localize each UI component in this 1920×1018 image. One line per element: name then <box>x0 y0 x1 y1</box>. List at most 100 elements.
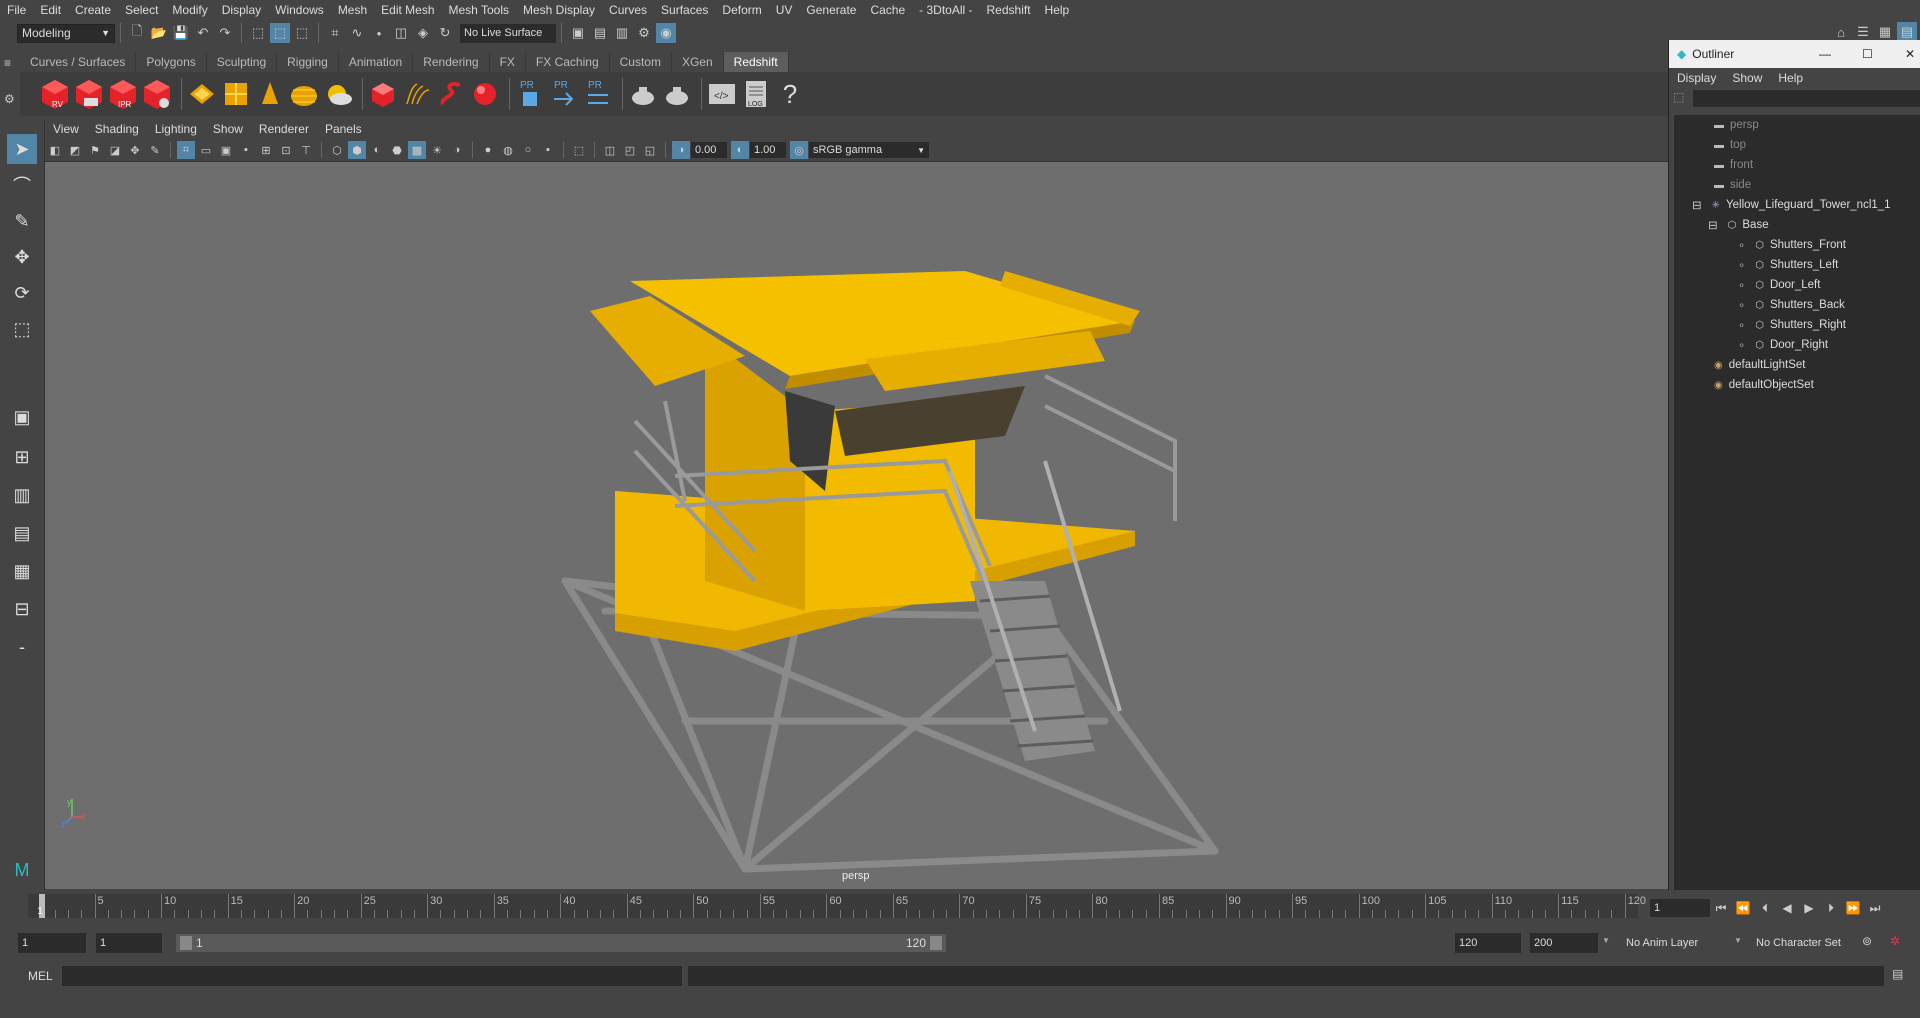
log-icon[interactable]: LOG <box>741 77 771 111</box>
minimize-icon[interactable]: — <box>1819 47 1831 61</box>
teapot-icon[interactable] <box>628 77 658 111</box>
step-forward-key-icon[interactable]: ⏩ <box>1842 898 1864 918</box>
ipr-render-icon[interactable]: ▥ <box>612 23 632 43</box>
outliner-row[interactable]: ∘ ⬡ Shutters_Front <box>1738 235 1846 255</box>
anim-prefs-icon[interactable]: ✲ <box>1890 934 1900 948</box>
menu-item[interactable]: Create <box>68 3 118 17</box>
camera-attr-icon[interactable]: ◩ <box>66 141 84 159</box>
playback-start-field[interactable]: 1 <box>96 933 162 953</box>
mel-label[interactable]: MEL <box>28 969 53 983</box>
history-icon[interactable]: ↻ <box>435 23 455 43</box>
menu-icon[interactable]: ≡ <box>4 56 11 70</box>
outliner-row[interactable]: ∘ ⬡ Door_Right <box>1738 335 1828 355</box>
menu-item[interactable]: Generate <box>799 3 863 17</box>
attribute-editor-icon[interactable]: ▤ <box>1897 22 1917 42</box>
menu-item[interactable]: Curves <box>602 3 654 17</box>
channel-box-icon[interactable]: ▦ <box>1875 22 1895 42</box>
outliner-menu-item[interactable]: Help <box>1770 71 1811 85</box>
undo-icon[interactable]: ↶ <box>193 23 213 43</box>
snap-grid-icon[interactable]: ⌗ <box>325 23 345 43</box>
exposure-icon[interactable]: ◑ <box>672 141 690 159</box>
shelf-tab[interactable]: Polygons <box>136 52 207 72</box>
anim-layer-dropdown[interactable]: No Anim Layer <box>1622 933 1732 953</box>
shelf-tab[interactable]: Custom <box>609 52 672 72</box>
shelf-tab[interactable]: Redshift <box>723 52 789 72</box>
menu-item[interactable]: Windows <box>268 3 331 17</box>
redshift-volume-icon[interactable] <box>436 77 466 111</box>
two-pane-icon[interactable]: ▥ <box>7 480 37 510</box>
image-plane-icon[interactable]: ◪ <box>106 141 124 159</box>
go-to-end-icon[interactable]: ⏭ <box>1864 898 1886 918</box>
redshift-area-light-icon[interactable] <box>187 77 217 111</box>
snap-surface-icon[interactable]: ◈ <box>413 23 433 43</box>
colorspace-dropdown[interactable]: sRGB gamma ▼ <box>809 142 929 158</box>
outliner-row[interactable]: ◉ defaultObjectSet <box>1714 375 1814 395</box>
gamma-field[interactable]: 1.00 <box>750 142 786 158</box>
step-back-frame-icon[interactable]: ⏴ <box>1754 898 1776 918</box>
film-gate-icon[interactable]: ▭ <box>197 141 215 159</box>
panel-menu-item[interactable]: Show <box>205 122 251 136</box>
menu-item[interactable]: - 3DtoAll - <box>912 3 979 17</box>
shelf-tab[interactable]: FX Caching <box>525 52 610 72</box>
select-component-icon[interactable]: ⬚ <box>292 23 312 43</box>
outliner-row[interactable]: ∘ ⬡ Door_Left <box>1738 275 1820 295</box>
menu-item[interactable]: Mesh Tools <box>442 3 516 17</box>
time-ruler[interactable]: 5 10 15 20 25 30 35 40 45 50 55 60 65 70 75 80 85 90 95 100… <box>28 894 1646 918</box>
redshift-hair-icon[interactable] <box>402 77 432 111</box>
menu-item[interactable]: Deform <box>715 3 768 17</box>
outliner-row[interactable]: ∘ ⬡ Shutters_Right <box>1738 315 1846 335</box>
gate-mask-icon[interactable]: ▪ <box>237 141 255 159</box>
pan-zoom-icon[interactable]: ✥ <box>126 141 144 159</box>
outliner-layout-icon[interactable]: ▤ <box>7 518 37 548</box>
select-object-icon[interactable]: ⬚ <box>270 23 290 43</box>
panel-menu-item[interactable]: Shading <box>87 122 147 136</box>
outliner-row[interactable]: ▬ side <box>1714 175 1751 195</box>
play-backward-icon[interactable]: ◀ <box>1776 898 1798 918</box>
render-layout-icon[interactable]: ⊟ <box>7 594 37 624</box>
redshift-pr-export-icon[interactable]: PR <box>549 77 579 111</box>
menu-item[interactable]: Cache <box>863 3 912 17</box>
go-to-start-icon[interactable]: ⏮ <box>1710 898 1732 918</box>
camera-icon[interactable]: ◧ <box>46 141 64 159</box>
layout-icon[interactable]: ☰ <box>1853 22 1873 42</box>
play-forward-icon[interactable]: ▶ <box>1798 898 1820 918</box>
snap-point-icon[interactable]: • <box>369 23 389 43</box>
menu-item[interactable]: UV <box>769 3 800 17</box>
character-set-dropdown[interactable]: No Character Set <box>1752 933 1862 953</box>
outliner-menu-item[interactable]: Show <box>1724 71 1770 85</box>
wireframe-on-shaded-icon[interactable]: ⬣ <box>388 141 406 159</box>
live-surface-field[interactable]: No Live Surface <box>460 23 556 43</box>
default-material-icon[interactable]: ◐ <box>368 141 386 159</box>
select-hierarchy-icon[interactable]: ⬚ <box>248 23 268 43</box>
outliner-row[interactable]: ∘ ⬡ Shutters_Back <box>1738 295 1845 315</box>
grease-pencil-icon[interactable]: ✎ <box>146 141 164 159</box>
collapse-icon[interactable]: ⊟ <box>1708 218 1718 232</box>
exposure-field[interactable]: 0.00 <box>691 142 727 158</box>
collapse-icon[interactable]: ⊟ <box>1692 198 1702 212</box>
redshift-settings-icon[interactable] <box>142 77 172 111</box>
safe-action-icon[interactable]: ⊡ <box>277 141 295 159</box>
menu-item[interactable]: Help <box>1038 3 1077 17</box>
color-management-icon[interactable]: ◎ <box>790 141 808 159</box>
outliner-row[interactable]: ◉ defaultLightSet <box>1714 355 1805 375</box>
redshift-proxy-icon[interactable] <box>368 77 398 111</box>
shelf-tab[interactable]: Rigging <box>277 52 339 72</box>
redshift-pr-import-icon[interactable]: PR <box>583 77 613 111</box>
redshift-pr-box-icon[interactable]: PR <box>515 77 545 111</box>
outliner-menu-item[interactable]: Display <box>1669 71 1724 85</box>
xray-components-icon[interactable]: ◱ <box>641 141 659 159</box>
shelf-tab[interactable]: XGen <box>671 52 724 72</box>
gamma-icon[interactable]: ◐ <box>731 141 749 159</box>
depth-of-field-icon[interactable]: ▪ <box>539 141 557 159</box>
range-start-handle[interactable] <box>180 936 192 950</box>
menu-item[interactable]: Select <box>118 3 165 17</box>
panel-menu-item[interactable]: Panels <box>317 122 370 136</box>
menu-item[interactable]: Modify <box>165 3 214 17</box>
safe-title-icon[interactable]: ⊤ <box>297 141 315 159</box>
chevron-down-icon[interactable]: ▼ <box>1734 936 1742 945</box>
menu-item[interactable]: Redshift <box>980 3 1038 17</box>
script-editor-icon[interactable]: ▤ <box>1892 967 1903 981</box>
four-pane-icon[interactable]: ⊞ <box>7 442 37 472</box>
workspace-icon[interactable]: ⌂ <box>1831 22 1851 42</box>
maximize-icon[interactable]: ☐ <box>1862 47 1873 61</box>
